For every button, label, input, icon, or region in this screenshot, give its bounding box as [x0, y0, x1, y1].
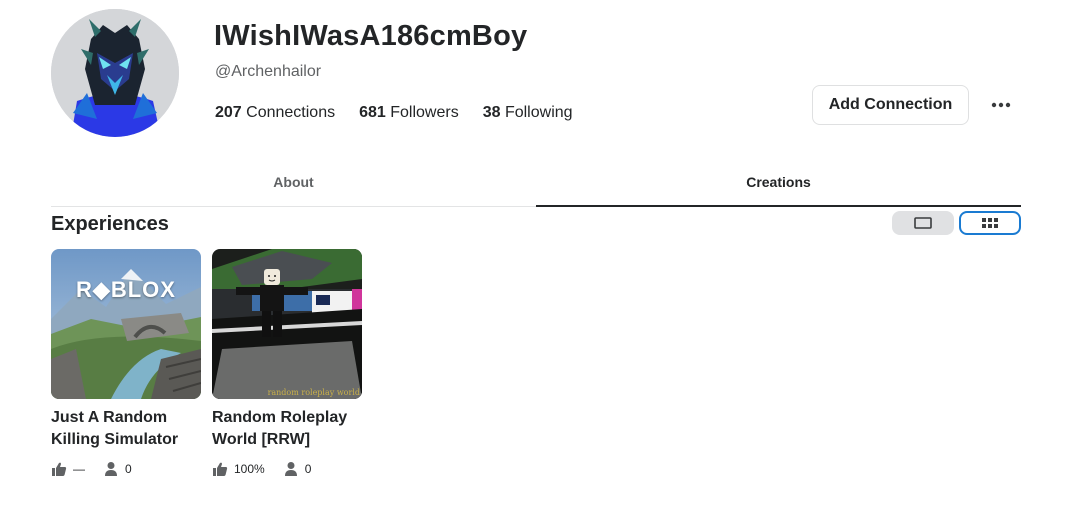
single-view-toggle[interactable] — [892, 211, 954, 235]
avatar[interactable] — [51, 9, 179, 137]
profile-tabs: About Creations — [51, 160, 1021, 207]
player-icon — [105, 462, 117, 476]
experience-card[interactable]: R◆BLOX Just A Random Killing Simulator —… — [51, 249, 201, 476]
single-view-icon — [914, 217, 932, 229]
roleplay-thumbnail-image — [212, 249, 362, 399]
section-title: Experiences — [51, 213, 169, 235]
experience-thumbnail[interactable]: random roleplay world — [212, 249, 362, 399]
experience-title-line: Killing Simulator — [51, 431, 179, 448]
grid-view-icon — [982, 218, 998, 228]
username: @Archenhailor — [215, 63, 322, 80]
grid-view-toggle[interactable] — [959, 211, 1021, 235]
player-icon — [284, 462, 297, 476]
rating-value: — — [73, 462, 85, 476]
stat-following[interactable]: 38 Following — [483, 104, 573, 122]
landscape-thumbnail-image — [51, 249, 201, 399]
stat-count: 207 — [215, 104, 247, 121]
experience-stats: — 0 — [51, 461, 150, 477]
players-value: 0 — [125, 462, 132, 476]
tab-about[interactable]: About — [51, 160, 536, 206]
add-connection-button[interactable]: Add Connection — [812, 85, 969, 125]
more-horizontal-icon — [991, 102, 1011, 108]
stat-followers[interactable]: 681 Followers — [359, 104, 459, 122]
players-value: 0 — [304, 462, 312, 476]
roblox-logo: R◆BLOX — [76, 277, 176, 302]
stat-label: Connections — [246, 104, 336, 121]
tab-creations[interactable]: Creations — [536, 160, 1021, 207]
stat-label: Followers — [390, 104, 459, 121]
experience-title[interactable]: Random Roleplay World [RRW] — [212, 407, 372, 451]
profile-stats: 207 Connections 681 Followers 38 Followi… — [215, 104, 573, 122]
stat-count: 38 — [482, 104, 505, 121]
stat-label: Following — [504, 104, 573, 121]
experience-stats: 100% 0 — [212, 461, 329, 477]
experience-title-line: Just A Random — [51, 409, 168, 426]
experience-title-line: World [RRW] — [212, 431, 311, 448]
display-name: IWishIWasA186cmBoy — [214, 20, 528, 52]
rating-value: 100% — [234, 462, 265, 476]
experience-title[interactable]: Just A Random Killing Simulator — [51, 407, 211, 451]
stat-count: 681 — [359, 104, 391, 121]
thumbnail-caption: random roleplay world — [267, 388, 360, 397]
experience-thumbnail[interactable]: R◆BLOX — [51, 249, 201, 399]
thumbs-up-icon — [52, 462, 67, 476]
avatar-headshot-icon — [51, 9, 179, 137]
thumbs-up-icon — [213, 462, 228, 476]
experience-card[interactable]: random roleplay world Random Roleplay Wo… — [212, 249, 362, 476]
experience-title-line: Random Roleplay — [212, 409, 348, 426]
stat-connections[interactable]: 207 Connections — [215, 104, 335, 122]
more-options-button[interactable] — [984, 92, 1018, 118]
